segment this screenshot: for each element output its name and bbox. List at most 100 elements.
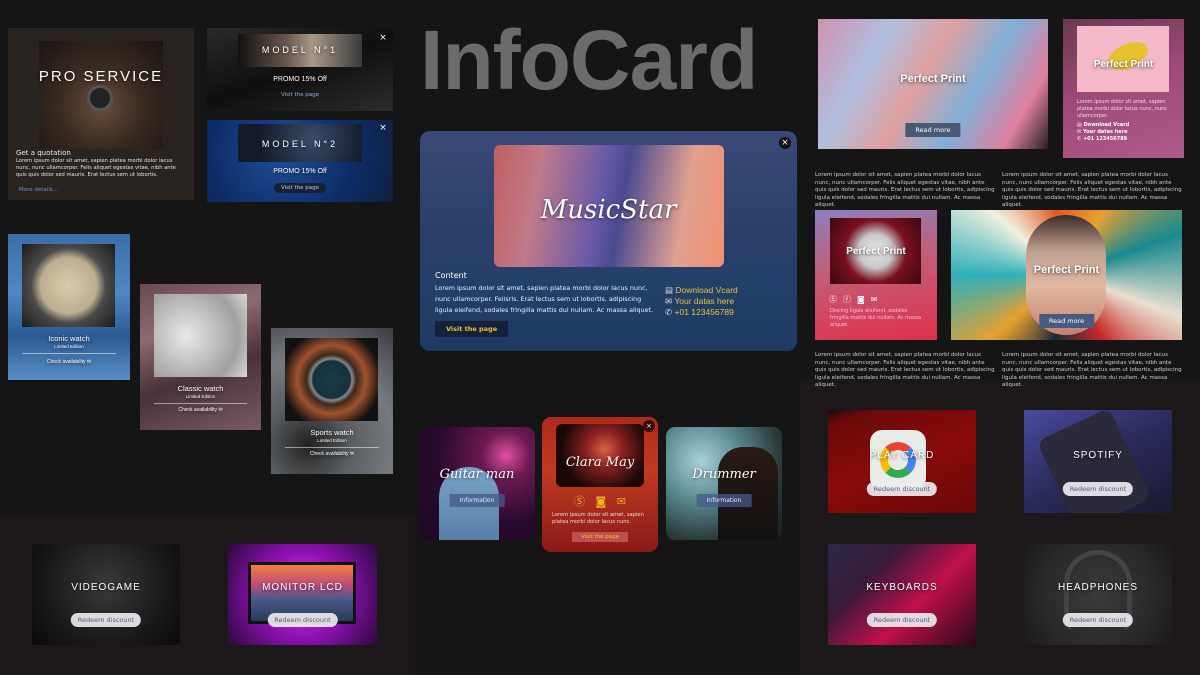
phone-label: +01 123456789 — [674, 307, 734, 317]
redeem-discount-button[interactable]: Redeem discount — [866, 613, 938, 627]
information-button[interactable]: Information — [696, 494, 752, 507]
perfect-print-title: Perfect Print — [1093, 59, 1154, 70]
mail-icon: ✉ — [218, 407, 223, 413]
discount-title: KEYBOARDS — [866, 582, 938, 593]
email-link[interactable]: ✉ Your datas here — [1077, 129, 1129, 136]
read-more-button[interactable]: Read more — [1038, 314, 1095, 328]
close-icon[interactable]: × — [779, 137, 791, 149]
watch-icon — [87, 85, 113, 111]
music-star-name: MusicStar — [540, 195, 677, 225]
watch-card-sports: Sports watch Limited Edition Check avail… — [271, 328, 393, 474]
instagram-icon[interactable]: ◙ — [857, 295, 871, 304]
check-availability-button[interactable]: Check availability ✉ — [8, 359, 130, 365]
page-title: InfoCard — [420, 13, 758, 107]
discount-title: MONITOR LCD — [262, 582, 343, 593]
vcard-label: Download Vcard — [1083, 122, 1130, 128]
email-link[interactable]: ✉ Your datas here — [665, 296, 738, 307]
read-more-button[interactable]: Read more — [905, 123, 961, 137]
mail-icon: ✉ — [86, 359, 92, 365]
pro-service-subtitle: Get a quotation — [16, 149, 71, 157]
artist-card-guitar-man: Guitar man Information — [419, 427, 535, 540]
discount-card-monitor: MONITOR LCD Redeem discount — [228, 544, 377, 645]
perfect-print-title: Perfect Print — [900, 73, 966, 85]
instagram-icon[interactable]: ◙ — [596, 495, 607, 508]
close-icon[interactable]: × — [643, 420, 655, 432]
discount-title: HEADPHONES — [1057, 582, 1138, 593]
check-availability-label: Check availability — [46, 359, 86, 365]
banana-body: Lorem ipsum dolor sit amet, sapien plate… — [1077, 99, 1168, 119]
information-button[interactable]: Information — [449, 494, 505, 507]
skype-icon[interactable]: Ⓢ — [829, 295, 843, 304]
redeem-discount-button[interactable]: Redeem discount — [267, 613, 338, 627]
music-star-card: MusicStar Content Lorem ipsum dolor sit … — [420, 131, 797, 351]
watch-name: Classic watch — [177, 384, 224, 393]
mail-icon: ✉ — [665, 296, 673, 306]
artist-name: Guitar man — [439, 467, 515, 482]
clara-visit-button[interactable]: Visit the page — [572, 532, 628, 542]
redeem-discount-button[interactable]: Redeem discount — [70, 613, 142, 627]
visit-page-button[interactable]: Visit the page — [435, 321, 509, 337]
discount-title: PLAY CARD — [869, 450, 935, 461]
perfect-print-lorem-3: Lorem ipsum dolor sit amet, sapien plate… — [815, 352, 995, 388]
facebook-icon[interactable]: ⓕ — [843, 295, 857, 304]
artist-card-drummer: Drummer Information — [666, 427, 782, 540]
more-details-link[interactable]: More details... — [19, 187, 58, 193]
download-vcard-link[interactable]: ▤ Download Vcard — [665, 285, 738, 296]
mail-icon: ✉ — [349, 451, 355, 457]
phone-icon: ✆ — [665, 307, 673, 317]
redeem-discount-button[interactable]: Redeem discount — [1062, 482, 1134, 496]
perfect-print-title: Perfect Print — [1033, 264, 1100, 276]
discount-card-headphones: HEADPHONES Redeem discount — [1024, 544, 1172, 645]
music-star-body: Lorem ipsum dolor sit amet, sapien plate… — [435, 284, 654, 314]
email-label: Your datas here — [1082, 129, 1128, 135]
watch-photo — [285, 338, 378, 421]
artist-card-clara-may: Clara May Ⓢ ◙ ✉ Lorem ipsum dolor sit am… — [542, 417, 658, 552]
vcard-icon: ▤ — [1077, 122, 1082, 128]
model-2-visit-button[interactable]: Visit the page — [274, 183, 326, 193]
mail-icon: ✉ — [1077, 129, 1082, 135]
redeem-discount-button[interactable]: Redeem discount — [1062, 613, 1134, 627]
model-card-1: MODEL N°1 PROMO 15% Off Visit the page × — [207, 28, 393, 111]
discount-card-spotify: SPOTIFY Redeem discount — [1024, 410, 1172, 513]
perfect-print-lorem-2: Lorem ipsum dolor sit amet, sapien plate… — [1002, 172, 1182, 208]
model-1-name: MODEL N°1 — [261, 45, 339, 55]
clara-body: Lorem ipsum dolor sit amet, sapien plate… — [552, 512, 644, 525]
discount-card-keyboards: KEYBOARDS Redeem discount — [828, 544, 976, 645]
artist-name: Clara May — [565, 455, 635, 470]
perfect-print-mug-card: Perfect Print Ⓢⓕ◙✉ Disсing ligula eleife… — [815, 210, 937, 340]
watch-edition: Limited Edition — [317, 438, 347, 443]
check-availability-label: Check availability — [309, 451, 349, 457]
perfect-print-title: Perfect Print — [846, 246, 906, 257]
model-1-visit-button[interactable]: Visit the page — [281, 92, 319, 98]
perfect-print-lorem-4: Lorem ipsum dolor sit amet, sapien plate… — [1002, 352, 1182, 388]
mail-icon[interactable]: ✉ — [871, 295, 884, 304]
watch-divider — [154, 403, 247, 404]
pro-service-heading: PRO SERVICE — [38, 68, 164, 85]
music-star-heading: Content — [435, 271, 467, 280]
check-availability-button[interactable]: Check availability ✉ — [271, 451, 393, 457]
phone-link[interactable]: ✆ +01 123456789 — [665, 307, 738, 318]
watch-edition: Limited Edition — [54, 344, 84, 349]
pro-service-photo — [39, 41, 163, 149]
discount-card-play-card: PLAY CARD Redeem discount — [828, 410, 976, 513]
phone-device — [1036, 410, 1152, 513]
redeem-discount-button[interactable]: Redeem discount — [866, 482, 938, 496]
model-card-2: MODEL N°2 PROMO 15% Off Visit the page × — [207, 120, 393, 202]
watch-card-classic: Classic watch Limited Edition Check avai… — [140, 284, 261, 430]
discount-card-videogame: VIDEOGAME Redeem discount — [32, 544, 180, 645]
discount-title: VIDEOGAME — [71, 582, 141, 593]
watch-photo — [22, 244, 115, 327]
mail-icon[interactable]: ✉ — [617, 495, 626, 508]
phone-icon: ✆ — [1077, 136, 1082, 142]
mug-body: Disсing ligula eleifend, sodales fringil… — [830, 308, 922, 328]
check-availability-button[interactable]: Check availability ✉ — [140, 407, 261, 413]
close-icon[interactable]: × — [377, 32, 389, 44]
check-availability-label: Check availability — [178, 407, 218, 413]
mug-social-icons: Ⓢⓕ◙✉ — [829, 294, 883, 305]
pro-service-body: Lorem ipsum dolor sit amet, sapien plate… — [16, 158, 176, 178]
download-vcard-link[interactable]: ▤ Download Vcard — [1077, 122, 1129, 129]
phone-link[interactable]: ✆ +01 123456789 — [1077, 136, 1129, 143]
close-icon[interactable]: × — [377, 122, 389, 134]
skype-icon[interactable]: Ⓢ — [574, 495, 585, 508]
model-2-name: MODEL N°2 — [261, 139, 339, 149]
